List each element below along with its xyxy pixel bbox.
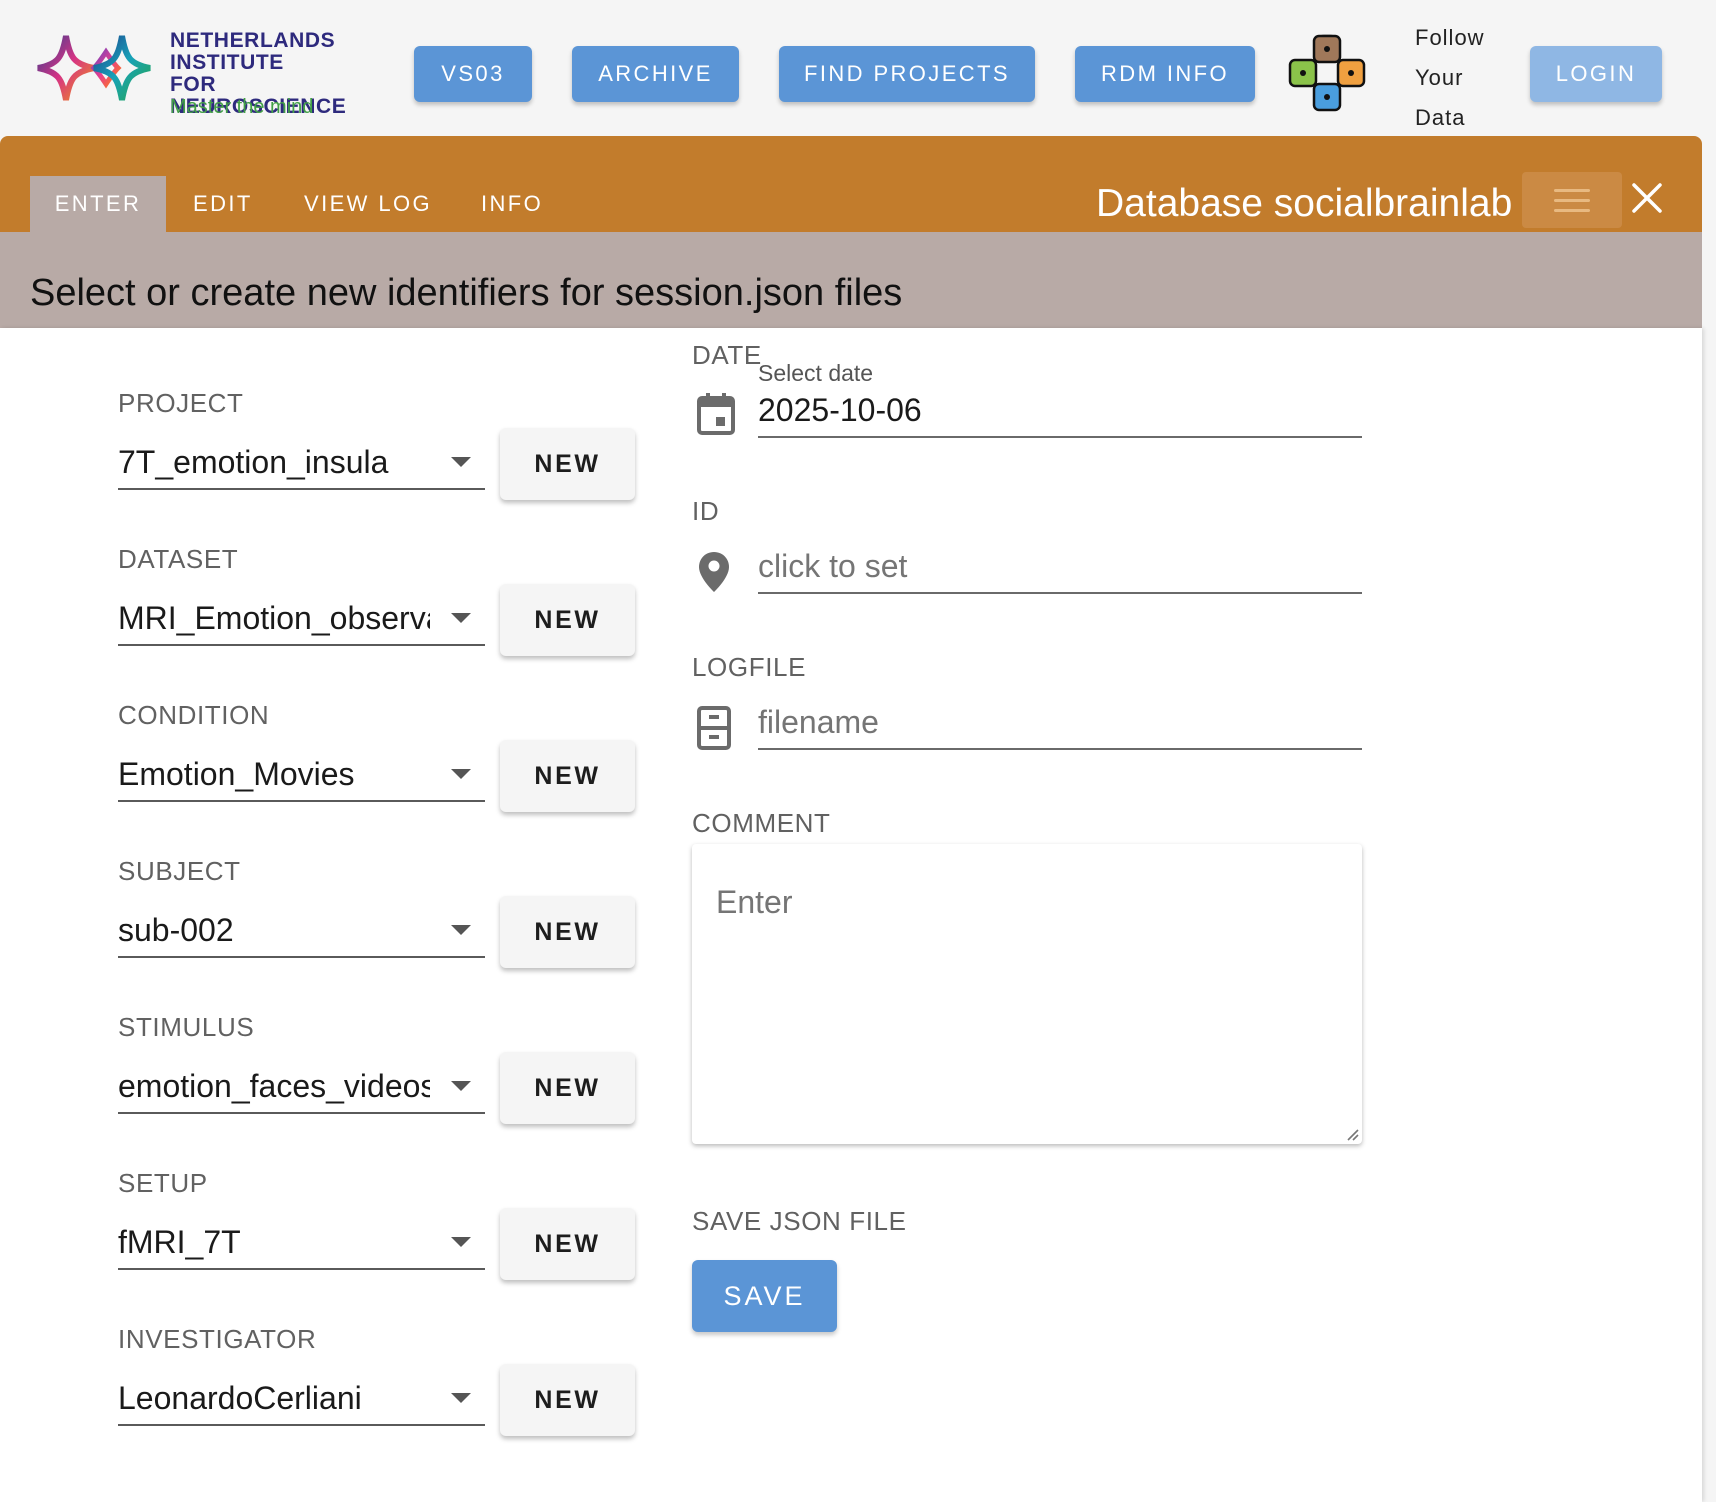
save-button[interactable]: SAVE (692, 1260, 837, 1332)
id-input[interactable]: click to set (758, 534, 1362, 594)
follow-word: Follow (1415, 25, 1485, 50)
follow-your-data-logo[interactable] (1286, 32, 1368, 114)
investigator-select-value: LeonardoCerliani (118, 1380, 362, 1416)
database-title: Database socialbrainlab (1096, 182, 1513, 225)
subject-select[interactable]: sub-002 (118, 898, 485, 958)
id-placeholder: click to set (758, 548, 908, 584)
follow-your-data-text: Follow Your Data (1415, 18, 1515, 138)
archive-button[interactable]: ARCHIVE (572, 46, 739, 102)
subject-label: SUBJECT (118, 856, 241, 886)
close-icon[interactable] (1630, 181, 1664, 215)
comment-textarea[interactable]: Enter (692, 844, 1362, 1144)
date-input[interactable]: 2025-10-06 (758, 378, 1362, 438)
new-setup-button[interactable]: NEW (500, 1208, 635, 1280)
setup-label: SETUP (118, 1168, 208, 1198)
new-condition-button[interactable]: NEW (500, 740, 635, 812)
find-projects-button[interactable]: FIND PROJECTS (779, 46, 1035, 102)
new-stimulus-button[interactable]: NEW (500, 1052, 635, 1124)
tab-view-log[interactable]: VIEW LOG (277, 176, 459, 232)
map-pin-icon (699, 552, 729, 592)
menu-button[interactable] (1522, 172, 1622, 228)
project-select-value: 7T_emotion_insula (118, 444, 389, 480)
dataset-select-value: MRI_Emotion_observation (118, 600, 430, 636)
dataset-label: DATASET (118, 544, 239, 574)
rdm-info-button[interactable]: RDM INFO (1075, 46, 1255, 102)
date-value: 2025-10-06 (758, 392, 922, 428)
nin-logo[interactable]: NETHERLANDS INSTITUTE FOR NEUROSCIENCE M… (36, 26, 386, 122)
investigator-label: INVESTIGATOR (118, 1324, 317, 1354)
menu-icon (1554, 208, 1590, 212)
id-label: ID (692, 496, 720, 526)
tab-bar: ENTER EDIT VIEW LOG INFO Database social… (0, 136, 1702, 232)
tab-edit[interactable]: EDIT (166, 176, 280, 232)
tab-info[interactable]: INFO (454, 176, 570, 232)
logfile-placeholder: filename (758, 704, 879, 740)
comment-label: COMMENT (692, 808, 831, 838)
new-investigator-button[interactable]: NEW (500, 1364, 635, 1436)
calendar-icon[interactable] (696, 392, 736, 436)
tab-enter[interactable]: ENTER (30, 176, 166, 232)
new-subject-button[interactable]: NEW (500, 896, 635, 968)
logo-tagline: Master the mind (170, 96, 314, 118)
condition-label: CONDITION (118, 700, 270, 730)
condition-select[interactable]: Emotion_Movies (118, 742, 485, 802)
menu-icon (1554, 198, 1590, 202)
setup-select[interactable]: fMRI_7T (118, 1210, 485, 1270)
comment-placeholder: Enter (716, 884, 793, 920)
logo-text-line: INSTITUTE (170, 51, 284, 74)
dataset-select[interactable]: MRI_Emotion_observation (118, 586, 485, 646)
stimulus-label: STIMULUS (118, 1012, 255, 1042)
section-header: Select or create new identifiers for ses… (0, 232, 1702, 328)
data-word: Data (1415, 105, 1466, 130)
resize-grip-icon[interactable] (1344, 1126, 1360, 1142)
login-button[interactable]: LOGIN (1530, 46, 1662, 102)
top-header: NETHERLANDS INSTITUTE FOR NEUROSCIENCE M… (0, 0, 1716, 136)
subject-select-value: sub-002 (118, 912, 234, 948)
dropdown-arrow-icon (451, 613, 471, 623)
stimulus-select-value: emotion_faces_videos (118, 1068, 430, 1104)
section-title: Select or create new identifiers for ses… (30, 272, 903, 314)
condition-select-value: Emotion_Movies (118, 756, 355, 792)
stimulus-select[interactable]: emotion_faces_videos (118, 1054, 485, 1114)
session-form: PROJECT 7T_emotion_insula NEW DATASET MR… (0, 328, 1702, 1502)
new-project-button[interactable]: NEW (500, 428, 635, 500)
logo-text-line: NETHERLANDS (170, 29, 336, 52)
save-json-label: SAVE JSON FILE (692, 1206, 907, 1236)
investigator-select[interactable]: LeonardoCerliani (118, 1366, 485, 1426)
menu-icon (1554, 188, 1590, 192)
logfile-label: LOGFILE (692, 652, 807, 682)
nin-logo-mark (37, 35, 151, 101)
dropdown-arrow-icon (451, 925, 471, 935)
date-label: DATE (692, 340, 762, 370)
your-word: Your (1415, 65, 1464, 90)
project-select[interactable]: 7T_emotion_insula (118, 430, 485, 490)
new-dataset-button[interactable]: NEW (500, 584, 635, 656)
dropdown-arrow-icon (451, 457, 471, 467)
vs03-button[interactable]: VS03 (414, 46, 532, 102)
dropdown-arrow-icon (451, 1393, 471, 1403)
project-label: PROJECT (118, 388, 244, 418)
dropdown-arrow-icon (451, 1237, 471, 1247)
dropdown-arrow-icon (451, 769, 471, 779)
file-cabinet-icon (697, 706, 731, 750)
setup-select-value: fMRI_7T (118, 1224, 241, 1260)
dropdown-arrow-icon (451, 1081, 471, 1091)
logfile-input[interactable]: filename (758, 690, 1362, 750)
